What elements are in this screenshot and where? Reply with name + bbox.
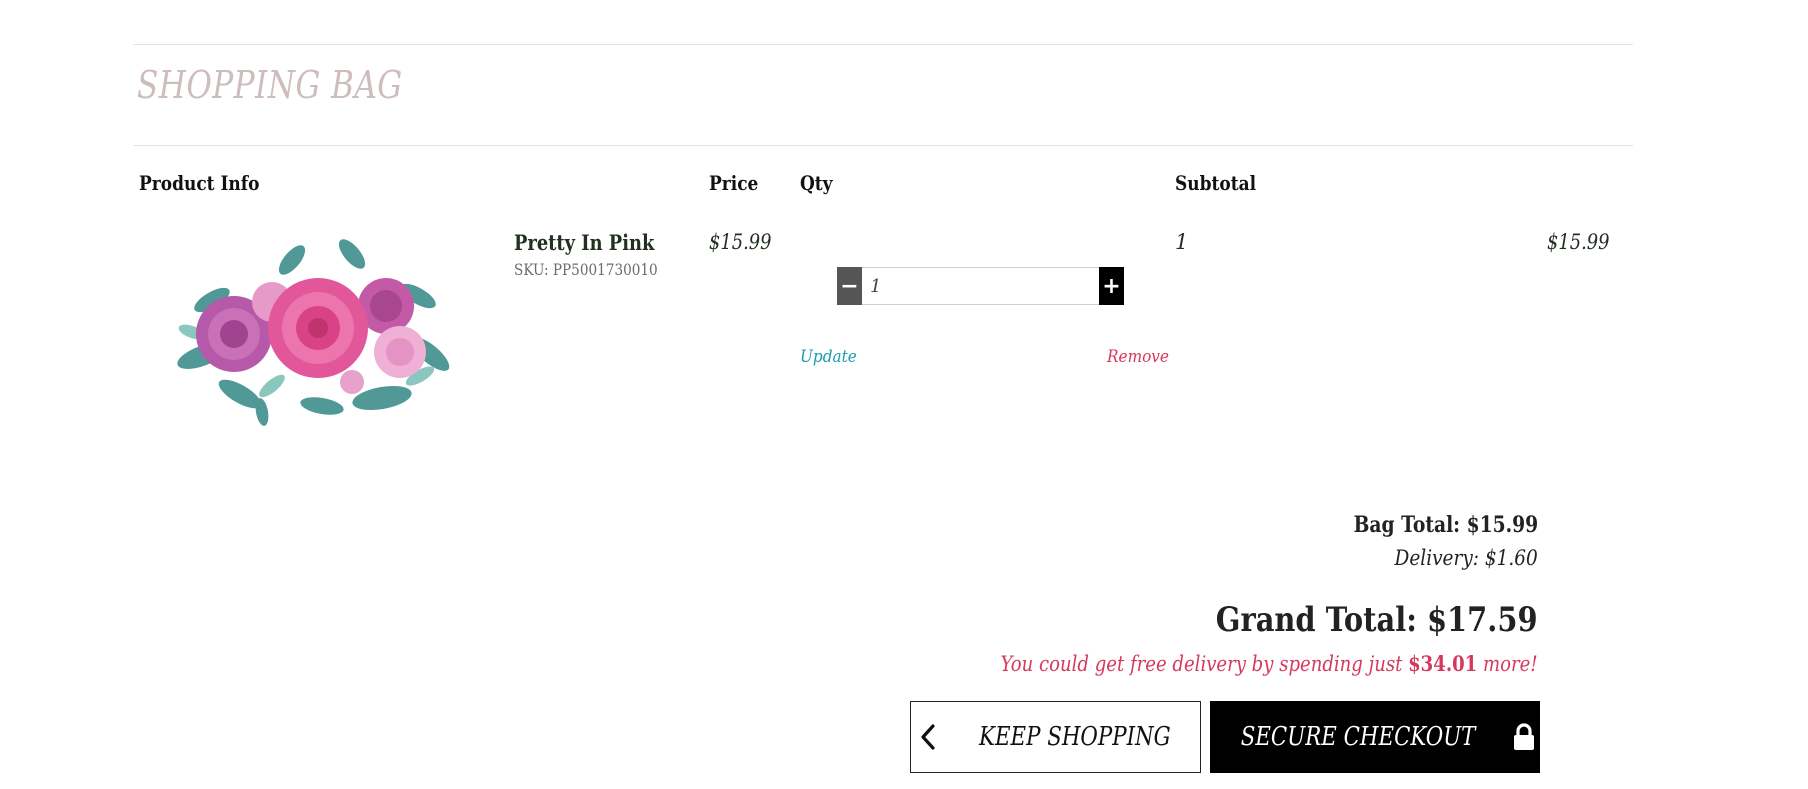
quantity-input[interactable] [862,268,1099,304]
keep-shopping-label: KEEP SHOPPING [978,722,1171,752]
chevron-left-icon [920,724,936,750]
product-sku: SKU: PP5001730010 [514,260,658,279]
item-subtotal: $15.99 [1547,230,1610,254]
free-delivery-prefix: You could get free delivery by spending … [1000,652,1403,676]
secure-checkout-button[interactable]: SECURE CHECKOUT [1210,701,1540,773]
increase-quantity-button[interactable]: + [1099,267,1124,305]
title-divider [133,145,1633,146]
decrease-quantity-button[interactable]: − [837,267,862,305]
header-qty: Qty [800,171,833,195]
product-name[interactable]: Pretty In Pink [514,232,654,253]
bag-total: Bag Total: $15.99 [1353,512,1538,538]
header-price: Price [709,171,759,195]
header-subtotal: Subtotal [1175,171,1257,195]
header-product-info: Product Info [139,171,260,195]
free-delivery-amount: $34.01 [1408,651,1478,676]
product-price: $15.99 [709,230,772,254]
top-divider [133,44,1633,45]
page-title: SHOPPING BAG [137,63,403,107]
quantity-stepper: − + [837,267,1124,305]
item-quantity: 1 [1175,230,1189,254]
grand-total: Grand Total: $17.59 [1216,600,1538,640]
secure-checkout-label: SECURE CHECKOUT [1240,722,1476,752]
update-link[interactable]: Update [800,349,857,366]
product-image[interactable] [172,236,456,426]
rose-bouquet-illustration [177,239,450,426]
delivery-cost: Delivery: $1.60 [1394,546,1538,570]
lock-icon [1513,723,1535,751]
remove-link[interactable]: Remove [1107,349,1169,366]
keep-shopping-button[interactable]: KEEP SHOPPING [910,701,1201,773]
free-delivery-message: You could get free delivery by spending … [1001,653,1538,675]
free-delivery-suffix: more! [1483,652,1538,676]
